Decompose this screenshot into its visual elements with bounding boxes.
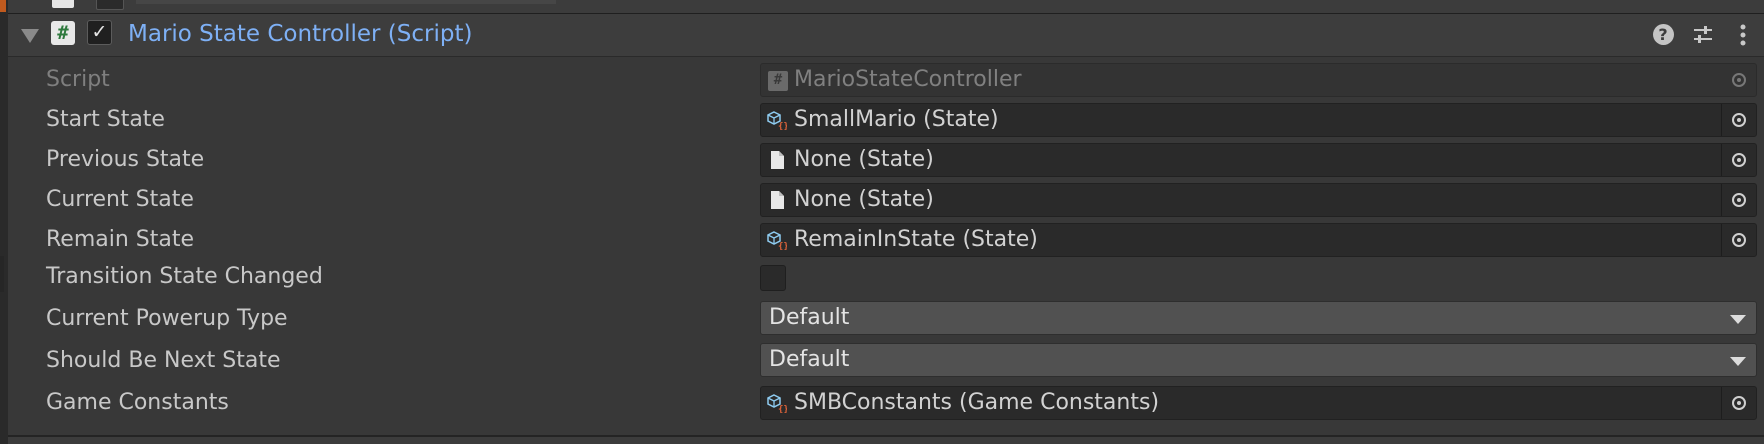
script-field: # MarioStateController (760, 63, 1757, 97)
current-powerup-type-value: Default (769, 305, 850, 330)
object-picker-button[interactable] (1721, 387, 1756, 419)
component-title[interactable]: Mario State Controller (Script) (128, 20, 472, 48)
target-icon (1732, 113, 1746, 127)
previous-component-header (8, 0, 1764, 14)
target-icon (1732, 73, 1746, 87)
edge-marker (0, 0, 6, 12)
scriptable-object-icon (767, 230, 787, 250)
object-picker-button[interactable] (1721, 184, 1756, 216)
game-constants-row: Game Constants SMBConstants (Game Consta… (8, 383, 1764, 423)
previous-state-value: None (State) (794, 147, 934, 172)
context-menu-icon[interactable] (1730, 22, 1756, 48)
transition-state-changed-row: Transition State Changed (8, 257, 1764, 297)
script-hash-icon: # (768, 71, 788, 91)
file-icon (767, 150, 787, 170)
file-icon (767, 190, 787, 210)
remain-state-row: Remain State RemainInState (State) (8, 220, 1764, 260)
current-state-label: Current State (46, 187, 194, 212)
remain-state-field[interactable]: RemainInState (State) (760, 223, 1757, 257)
target-icon (1732, 233, 1746, 247)
left-panel-edge (0, 0, 8, 444)
edge-marker-2 (0, 256, 4, 292)
game-constants-field[interactable]: SMBConstants (Game Constants) (760, 386, 1757, 420)
previous-component-title (136, 0, 556, 4)
chevron-down-icon (1730, 315, 1746, 324)
chevron-down-icon (1730, 357, 1746, 366)
script-row: Script # MarioStateController (8, 60, 1764, 100)
object-picker-button[interactable] (1721, 144, 1756, 176)
help-icon[interactable]: ? (1650, 22, 1676, 48)
should-be-next-state-value: Default (769, 347, 850, 372)
transition-state-changed-checkbox[interactable] (760, 265, 786, 291)
scriptable-object-icon (767, 393, 787, 413)
previous-state-field[interactable]: None (State) (760, 143, 1757, 177)
presets-icon[interactable] (1690, 22, 1716, 48)
object-picker-button (1721, 64, 1756, 96)
previous-component-toggle[interactable] (96, 0, 124, 10)
target-icon (1732, 193, 1746, 207)
start-state-label: Start State (46, 107, 165, 132)
next-component-area (8, 437, 1764, 444)
start-state-field[interactable]: SmallMario (State) (760, 103, 1757, 137)
script-label: Script (46, 67, 110, 92)
game-constants-label: Game Constants (46, 390, 229, 415)
should-be-next-state-row: Should Be Next State Default (8, 341, 1764, 381)
should-be-next-state-label: Should Be Next State (46, 348, 281, 373)
script-hash-icon: # (51, 21, 75, 45)
current-state-field[interactable]: None (State) (760, 183, 1757, 217)
current-powerup-type-label: Current Powerup Type (46, 306, 288, 331)
game-constants-value: SMBConstants (Game Constants) (794, 390, 1160, 415)
script-value: MarioStateController (794, 67, 1022, 92)
should-be-next-state-dropdown[interactable]: Default (760, 343, 1757, 377)
object-picker-button[interactable] (1721, 104, 1756, 136)
scriptable-object-icon (767, 110, 787, 130)
remain-state-label: Remain State (46, 227, 195, 252)
target-icon (1732, 396, 1746, 410)
foldout-arrow-icon[interactable] (21, 29, 39, 43)
target-icon (1732, 153, 1746, 167)
current-powerup-type-row: Current Powerup Type Default (8, 299, 1764, 339)
start-state-row: Start State SmallMario (State) (8, 100, 1764, 140)
current-powerup-type-dropdown[interactable]: Default (760, 301, 1757, 335)
object-picker-button[interactable] (1721, 224, 1756, 256)
component-header[interactable]: # ✓ Mario State Controller (Script) ? (8, 14, 1764, 57)
component-enabled-checkbox[interactable]: ✓ (87, 20, 112, 45)
remain-state-value: RemainInState (State) (794, 227, 1038, 252)
current-state-row: Current State None (State) (8, 180, 1764, 220)
current-state-value: None (State) (794, 187, 934, 212)
previous-component-icon (52, 0, 74, 8)
previous-state-row: Previous State None (State) (8, 140, 1764, 180)
previous-state-label: Previous State (46, 147, 205, 172)
start-state-value: SmallMario (State) (794, 107, 999, 132)
transition-state-changed-label: Transition State Changed (46, 264, 323, 289)
